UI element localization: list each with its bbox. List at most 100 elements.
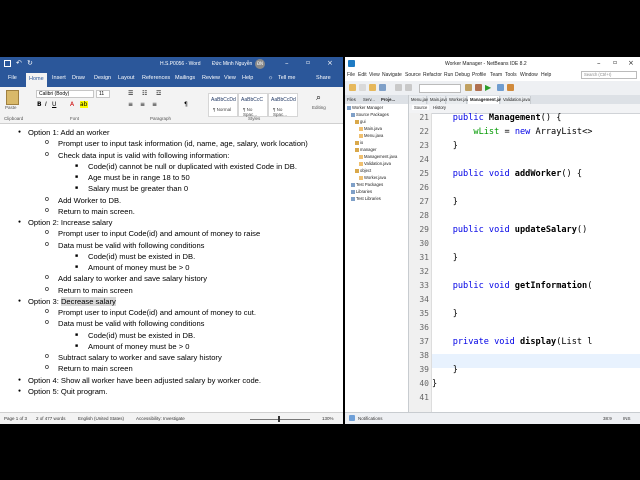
menu-profile[interactable]: Profile (472, 72, 486, 78)
paste-label[interactable]: Paste (5, 105, 17, 110)
debug-icon[interactable] (497, 84, 504, 91)
word-count[interactable]: 2 of 477 words (36, 416, 66, 421)
menu-source[interactable]: Source (405, 72, 421, 78)
search-input[interactable]: Search (Ctrl+I) (581, 71, 637, 79)
notifications-label[interactable]: Notifications (358, 416, 383, 421)
minimize-icon[interactable]: – (597, 59, 601, 67)
zoom-slider[interactable] (250, 419, 310, 420)
config-select[interactable] (419, 84, 461, 93)
tab-insert[interactable]: Insert (52, 75, 66, 81)
doc-line[interactable]: Add salary to worker and save salary his… (45, 272, 207, 284)
tab-home[interactable]: Home (26, 73, 47, 87)
tab-projects[interactable]: Proje... (381, 97, 395, 102)
zoom-slider-thumb[interactable] (278, 416, 280, 422)
style-normal[interactable]: AaBbCcDd ¶ Normal (208, 93, 238, 117)
tab-review[interactable]: Review (202, 75, 220, 81)
doc-selection[interactable]: Decrease salary (60, 296, 116, 306)
doc-line[interactable]: Option 5: Quit program. (18, 386, 107, 397)
code-area[interactable]: public Management() { wList = new ArrayL… (432, 113, 640, 412)
maximize-icon[interactable]: ▫ (613, 59, 617, 66)
tab-view[interactable]: View (224, 75, 236, 81)
source-tab[interactable]: Source (412, 105, 430, 110)
code-line[interactable]: public void updateSalary() (432, 225, 588, 235)
tree-item[interactable]: Menu.java (359, 133, 383, 138)
tab-help[interactable]: Help (242, 75, 253, 81)
editing-button[interactable]: Editing (312, 105, 326, 110)
close-icon[interactable]: × (327, 59, 333, 67)
doc-line[interactable]: Data must be valid with following condit… (45, 317, 205, 329)
doc-line[interactable]: Amount of money must be > 0 (75, 262, 189, 273)
doc-line[interactable]: Prompt user to input Code(id) and amount… (45, 306, 256, 318)
open-project-icon[interactable] (369, 84, 376, 91)
menu-edit[interactable]: Edit (358, 72, 367, 78)
code-line[interactable]: wList = new ArrayList<> (432, 127, 592, 137)
language-status[interactable]: English (United States) (78, 416, 124, 421)
multilevel-icon[interactable]: ☲ (156, 90, 161, 97)
doc-line[interactable]: Add Worker to DB. (45, 194, 121, 206)
align-left-icon[interactable]: ≡ (128, 101, 133, 108)
doc-line[interactable]: Code(id) must be existed in DB. (75, 330, 195, 341)
tree-item[interactable]: Worker Manager (347, 105, 383, 110)
doc-line[interactable]: Age must be in range 18 to 50 (75, 172, 190, 183)
menu-debug[interactable]: Debug (455, 72, 470, 78)
bullets-icon[interactable]: ☰ (128, 90, 133, 97)
minimize-icon[interactable]: – (285, 59, 289, 67)
doc-line[interactable]: Return to main screen (45, 284, 133, 296)
doc-line[interactable]: Subtract salary to worker and save salar… (45, 351, 222, 363)
align-right-icon[interactable]: ≡ (152, 101, 157, 108)
code-line[interactable]: } (432, 309, 458, 319)
undo-icon[interactable] (395, 84, 402, 91)
code-line[interactable]: } (432, 365, 458, 375)
tree-item[interactable]: io (355, 140, 363, 145)
editor-tab[interactable]: Main.java (428, 96, 448, 104)
code-line[interactable]: private void display(List l (432, 337, 593, 347)
numbering-icon[interactable]: ☷ (142, 90, 147, 97)
code-line[interactable]: } (432, 253, 458, 263)
doc-line[interactable]: Code(id) cannot be null or duplicated wi… (75, 161, 297, 172)
code-line[interactable]: } (432, 379, 437, 389)
doc-line[interactable]: Option 1: Add an worker (18, 127, 110, 138)
tab-draw[interactable]: Draw (72, 75, 85, 81)
tree-item[interactable]: Validation.java (359, 161, 391, 166)
doc-line[interactable]: Data must be valid with following condit… (45, 239, 205, 251)
paste-icon[interactable] (6, 90, 19, 105)
menu-navigate[interactable]: Navigate (382, 72, 402, 78)
share-button[interactable]: Share (316, 75, 331, 81)
highlight-icon[interactable]: ab (80, 101, 88, 108)
menu-team[interactable]: Team (490, 72, 502, 78)
doc-line[interactable]: Salary must be greater than 0 (75, 183, 188, 194)
menu-refactor[interactable]: Refactor (423, 72, 442, 78)
clean-build-icon[interactable] (475, 84, 482, 91)
align-center-icon[interactable]: ≡ (140, 101, 145, 108)
tab-layout[interactable]: Layout (118, 75, 135, 81)
tab-design[interactable]: Design (94, 75, 111, 81)
notifications-icon[interactable] (349, 415, 355, 421)
undo-icon[interactable]: ↶ (16, 59, 22, 67)
new-file-icon[interactable] (359, 84, 366, 91)
editor-tab[interactable]: Management.java (468, 96, 505, 104)
search-icon[interactable]: ⌕ (316, 93, 321, 103)
tree-item[interactable]: object (355, 168, 371, 173)
tree-item[interactable]: Test Packages (351, 182, 383, 187)
style-heading[interactable]: AaBbCcDd ¶ No Spac... (268, 93, 298, 117)
tree-item[interactable]: Management.java (359, 154, 397, 159)
tab-references[interactable]: References (142, 75, 170, 81)
menu-file[interactable]: File (347, 72, 355, 78)
new-project-icon[interactable] (349, 84, 356, 91)
redo-icon[interactable]: ↻ (27, 59, 33, 67)
menu-window[interactable]: Window (520, 72, 538, 78)
menu-tools[interactable]: Tools (505, 72, 517, 78)
doc-line[interactable]: Code(id) must be existed in DB. (75, 251, 195, 262)
tree-item[interactable]: gui (355, 119, 366, 124)
tab-services[interactable]: Serv... (363, 97, 375, 102)
tab-files[interactable]: Files (347, 97, 356, 102)
font-size-select[interactable]: 11 (96, 90, 110, 98)
accessibility-status[interactable]: Accessibility: Investigate (136, 416, 185, 421)
tree-item[interactable]: Libraries (351, 189, 372, 194)
editor-tab[interactable]: Menu.java (409, 96, 430, 104)
menu-help[interactable]: Help (541, 72, 551, 78)
maximize-icon[interactable]: ▫ (306, 59, 310, 66)
tree-item[interactable]: manager (355, 147, 377, 152)
style-no-spacing[interactable]: AaBbCcC ¶ No Spac... (238, 93, 268, 117)
page-count[interactable]: Page 1 of 3 (4, 416, 27, 421)
